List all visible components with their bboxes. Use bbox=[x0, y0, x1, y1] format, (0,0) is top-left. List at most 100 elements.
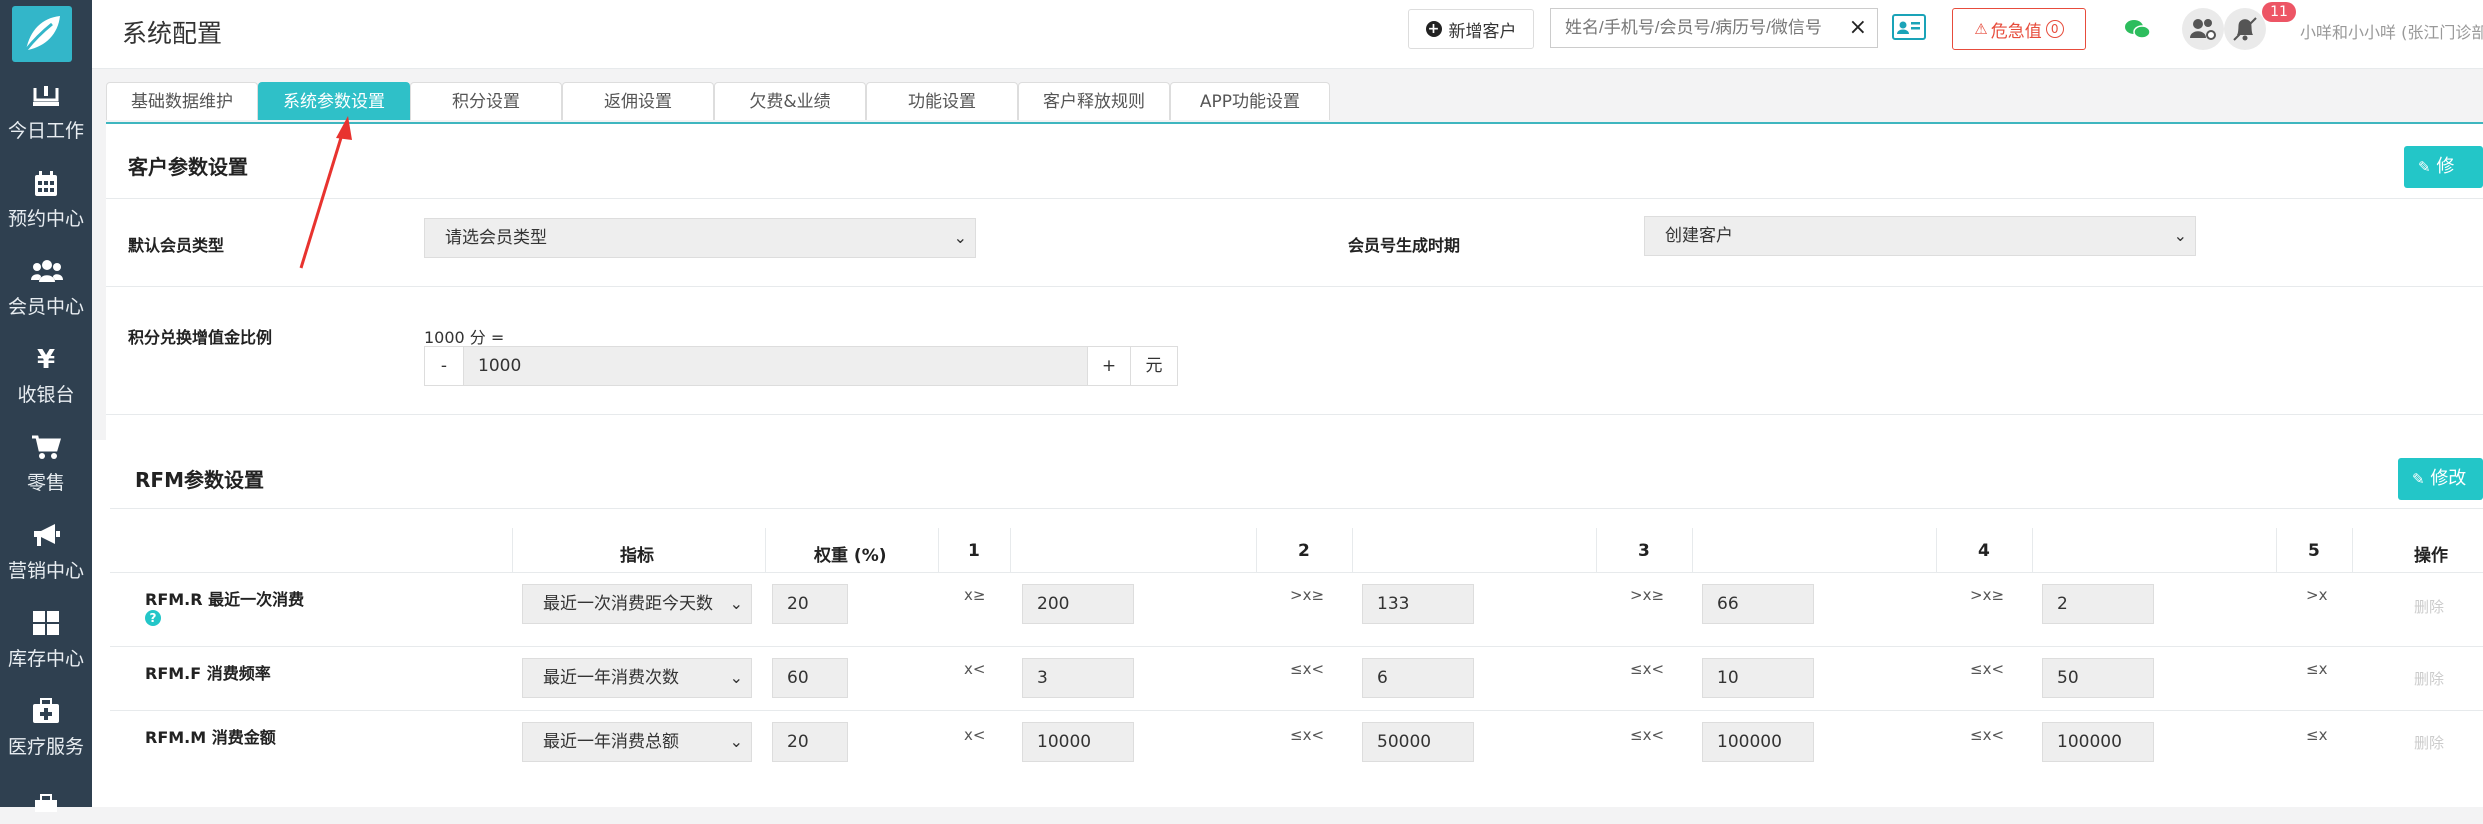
edit-icon: ✎ bbox=[2412, 470, 2425, 488]
column-separator bbox=[2032, 528, 2033, 572]
delete-button[interactable]: 删除 bbox=[2414, 668, 2444, 689]
points-plus-button[interactable]: + bbox=[1087, 346, 1131, 386]
customer-search: × bbox=[1550, 8, 1878, 48]
rfm-m-value-2[interactable]: 50000 bbox=[1362, 722, 1474, 762]
tab-app-settings[interactable]: APP功能设置 bbox=[1170, 82, 1330, 120]
sidebar-item-more[interactable] bbox=[0, 790, 92, 824]
member-no-label: 会员号生成时期 bbox=[1348, 236, 1461, 255]
users-icon bbox=[31, 258, 63, 286]
operator: x< bbox=[964, 660, 986, 678]
yuan-unit: 元 bbox=[1130, 346, 1178, 386]
rfm-f-indicator-select[interactable]: 最近一年消费次数 ⌄ bbox=[522, 658, 752, 698]
col-weight: 权重 (%) bbox=[814, 546, 887, 566]
rfm-m-indicator-select[interactable]: 最近一年消费总额 ⌄ bbox=[522, 722, 752, 762]
operator: >x≥ bbox=[1630, 586, 1665, 604]
sidebar-item-cashier[interactable]: ¥ 收银台 bbox=[0, 346, 92, 407]
member-no-select[interactable]: 创建客户 ⌄ bbox=[1644, 216, 2196, 256]
sidebar-item-today[interactable]: 今日工作 bbox=[0, 82, 92, 143]
col-action: 操作 bbox=[2414, 546, 2448, 566]
tab-commission[interactable]: 返佣设置 bbox=[562, 82, 714, 120]
warning-icon: ⚠ bbox=[1974, 20, 1988, 38]
rfm-r-value-1[interactable]: 200 bbox=[1022, 584, 1134, 624]
edit-icon: ✎ bbox=[2418, 158, 2431, 176]
page-title: 系统配置 bbox=[122, 19, 223, 48]
points-value-input[interactable]: 1000 bbox=[463, 346, 1088, 386]
divider bbox=[110, 646, 2483, 647]
column-separator bbox=[765, 528, 766, 572]
sidebar-item-members[interactable]: 会员中心 bbox=[0, 258, 92, 319]
notification-badge: 11 bbox=[2262, 2, 2296, 22]
help-icon[interactable]: ? bbox=[145, 610, 161, 626]
rfm-f-value-3[interactable]: 10 bbox=[1702, 658, 1814, 698]
operator: ≤x< bbox=[1290, 726, 1325, 744]
rfm-m-value-1[interactable]: 10000 bbox=[1022, 722, 1134, 762]
sidebar-item-marketing[interactable]: 营销中心 bbox=[0, 522, 92, 583]
points-minus-button[interactable]: - bbox=[424, 346, 464, 386]
edit-rfm-button[interactable]: ✎ 修改 bbox=[2398, 458, 2483, 500]
medkit-icon bbox=[31, 698, 61, 726]
rfm-r-weight-input[interactable]: 20 bbox=[772, 584, 848, 624]
tab-arrears[interactable]: 欠费&业绩 bbox=[714, 82, 866, 120]
sidebar-item-label: 医疗服务 bbox=[7, 736, 84, 758]
customer-params-title: 客户参数设置 bbox=[128, 155, 248, 179]
new-customer-label: 新增客户 bbox=[1448, 21, 1517, 42]
operator: x< bbox=[964, 726, 986, 744]
edit-customer-params-button[interactable]: ✎ 修改 bbox=[2404, 146, 2483, 219]
selected-value: 最近一次消费距今天数 bbox=[543, 594, 713, 614]
sidebar-item-label: 会员中心 bbox=[7, 296, 84, 318]
sidebar-item-retail[interactable]: 零售 bbox=[0, 434, 92, 495]
divider bbox=[110, 508, 2483, 509]
col-4: 4 bbox=[1978, 541, 1990, 561]
search-input[interactable] bbox=[1551, 9, 1849, 47]
rfm-m-value-3[interactable]: 100000 bbox=[1702, 722, 1814, 762]
user-name[interactable]: 小咩和小小咩 (张江门诊部) bbox=[2300, 19, 2483, 43]
rfm-r-value-3[interactable]: 66 bbox=[1702, 584, 1814, 624]
points-hint: 1000 分 = bbox=[424, 328, 505, 347]
col-2: 2 bbox=[1298, 541, 1310, 561]
rfm-f-label: RFM.F 消费频率 bbox=[145, 664, 271, 683]
rfm-f-value-1[interactable]: 3 bbox=[1022, 658, 1134, 698]
delete-button[interactable]: 删除 bbox=[2414, 732, 2444, 753]
sidebar-item-appointment[interactable]: 预约中心 bbox=[0, 170, 92, 231]
tab-basic-data[interactable]: 基础数据维护 bbox=[106, 82, 258, 120]
rfm-f-weight-input[interactable]: 60 bbox=[772, 658, 848, 698]
operator: >x bbox=[2306, 586, 2328, 604]
rfm-m-value-4[interactable]: 100000 bbox=[2042, 722, 2154, 762]
rfm-r-value-2[interactable]: 133 bbox=[1362, 584, 1474, 624]
id-card-icon[interactable] bbox=[1892, 14, 1926, 40]
sidebar-item-label: 收银台 bbox=[17, 384, 75, 406]
operator: ≤x< bbox=[1970, 726, 2005, 744]
sidebar-item-medical[interactable]: 医疗服务 bbox=[0, 698, 92, 759]
sidebar-item-inventory[interactable]: 库存中心 bbox=[0, 610, 92, 671]
rfm-r-indicator-select[interactable]: 最近一次消费距今天数 ⌄ bbox=[522, 584, 752, 624]
clear-icon[interactable]: × bbox=[1849, 15, 1867, 40]
critical-value-button[interactable]: ⚠ 危急值 0 bbox=[1952, 8, 2086, 50]
divider bbox=[110, 572, 2483, 573]
sidebar: 今日工作 预约中心 会员中心 ¥ 收银台 零售 营销中心 库存中心 医疗服务 bbox=[0, 0, 92, 812]
default-member-type-select[interactable]: 请选会员类型 ⌄ bbox=[424, 218, 976, 258]
critical-value-label: 危急值 bbox=[1990, 21, 2042, 42]
inbox-icon bbox=[31, 82, 61, 110]
new-customer-button[interactable]: + 新增客户 bbox=[1408, 9, 1534, 49]
notification-bell-icon[interactable] bbox=[2224, 8, 2266, 50]
rfm-f-value-4[interactable]: 50 bbox=[2042, 658, 2154, 698]
yen-icon: ¥ bbox=[36, 345, 56, 375]
rfm-r-value-4[interactable]: 2 bbox=[2042, 584, 2154, 624]
rfm-f-value-2[interactable]: 6 bbox=[1362, 658, 1474, 698]
wechat-icon[interactable] bbox=[2116, 8, 2158, 50]
calendar-icon bbox=[31, 170, 61, 198]
rfm-m-weight-input[interactable]: 20 bbox=[772, 722, 848, 762]
delete-button[interactable]: 删除 bbox=[2414, 596, 2444, 617]
tab-points[interactable]: 积分设置 bbox=[410, 82, 562, 120]
chevron-down-icon: ⌄ bbox=[729, 732, 743, 751]
logo[interactable] bbox=[12, 6, 72, 62]
chevron-down-icon: ⌄ bbox=[2173, 226, 2187, 245]
operator: ≤x bbox=[2306, 726, 2328, 744]
tab-functions[interactable]: 功能设置 bbox=[866, 82, 1018, 120]
column-separator bbox=[512, 528, 513, 572]
team-settings-icon[interactable] bbox=[2182, 8, 2224, 50]
rfm-m-label: RFM.M 消费金额 bbox=[145, 728, 276, 747]
tab-release-rules[interactable]: 客户释放规则 bbox=[1018, 82, 1170, 120]
col-3: 3 bbox=[1638, 541, 1650, 561]
operator: ≤x< bbox=[1970, 660, 2005, 678]
